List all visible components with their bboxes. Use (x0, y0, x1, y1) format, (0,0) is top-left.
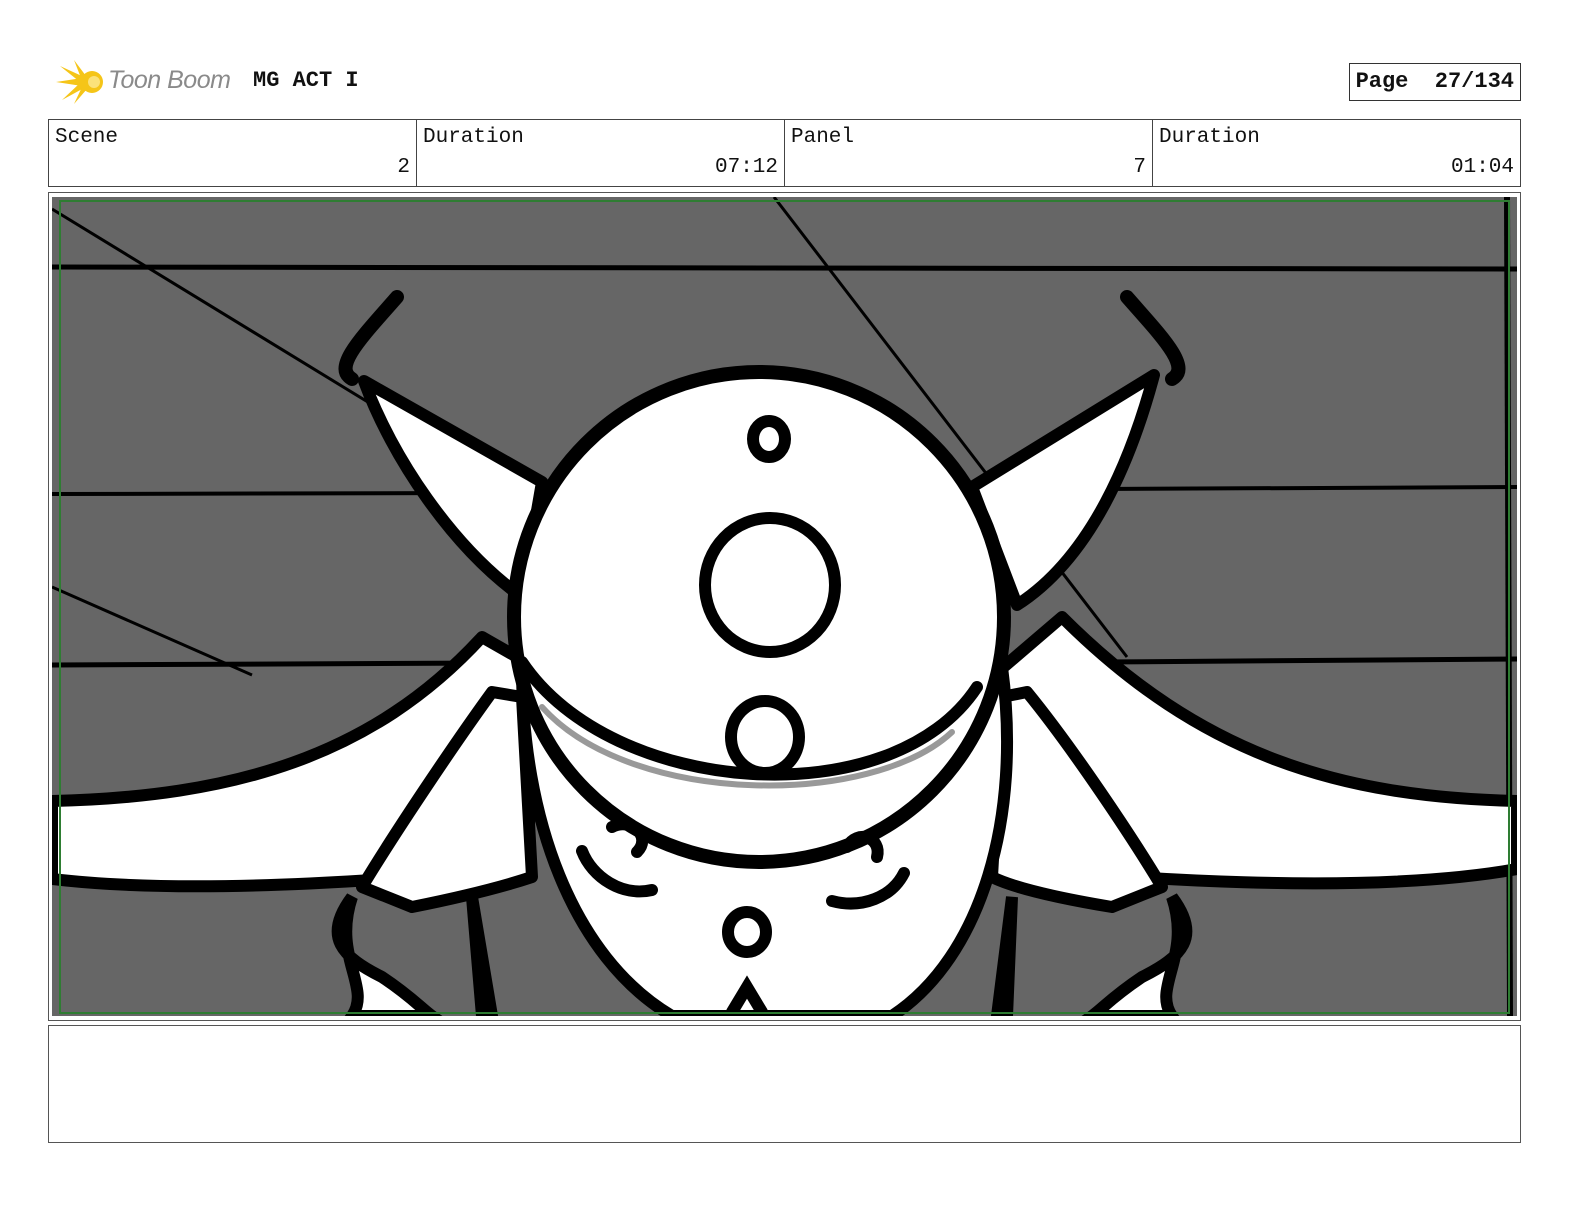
panel-duration-cell: Duration 01:04 (1153, 120, 1520, 186)
logo-text: Toon Boom (108, 66, 231, 94)
panel-drawing (52, 197, 1517, 1016)
scene-cell: Scene 2 (49, 120, 417, 186)
project-title: MG ACT I (253, 68, 359, 93)
storyboard-header: Toon Boom MG ACT I Page 27/134 (48, 56, 1521, 108)
starburst-logo-icon (56, 60, 103, 104)
scene-label: Scene (55, 126, 119, 149)
panel-duration-label: Duration (1159, 126, 1260, 149)
panel-duration-value: 01:04 (1450, 156, 1514, 179)
scene-value: 2 (397, 156, 410, 179)
page-number: 27/134 (1434, 69, 1514, 94)
panel-notes-box[interactable] (48, 1025, 1521, 1143)
page-label: Page (1355, 69, 1409, 94)
scene-duration-label: Duration (423, 126, 524, 149)
panel-label: Panel (791, 126, 855, 149)
storyboard-panel (48, 192, 1521, 1021)
toon-boom-logo: Toon Boom (52, 58, 242, 106)
panel-cell: Panel 7 (785, 120, 1153, 186)
page-indicator: Page 27/134 (1348, 63, 1521, 101)
panel-info-table: Scene 2 Duration 07:12 Panel 7 Duration … (48, 119, 1521, 187)
scene-duration-cell: Duration 07:12 (417, 120, 785, 186)
scene-duration-value: 07:12 (714, 156, 778, 179)
panel-value: 7 (1133, 156, 1146, 179)
